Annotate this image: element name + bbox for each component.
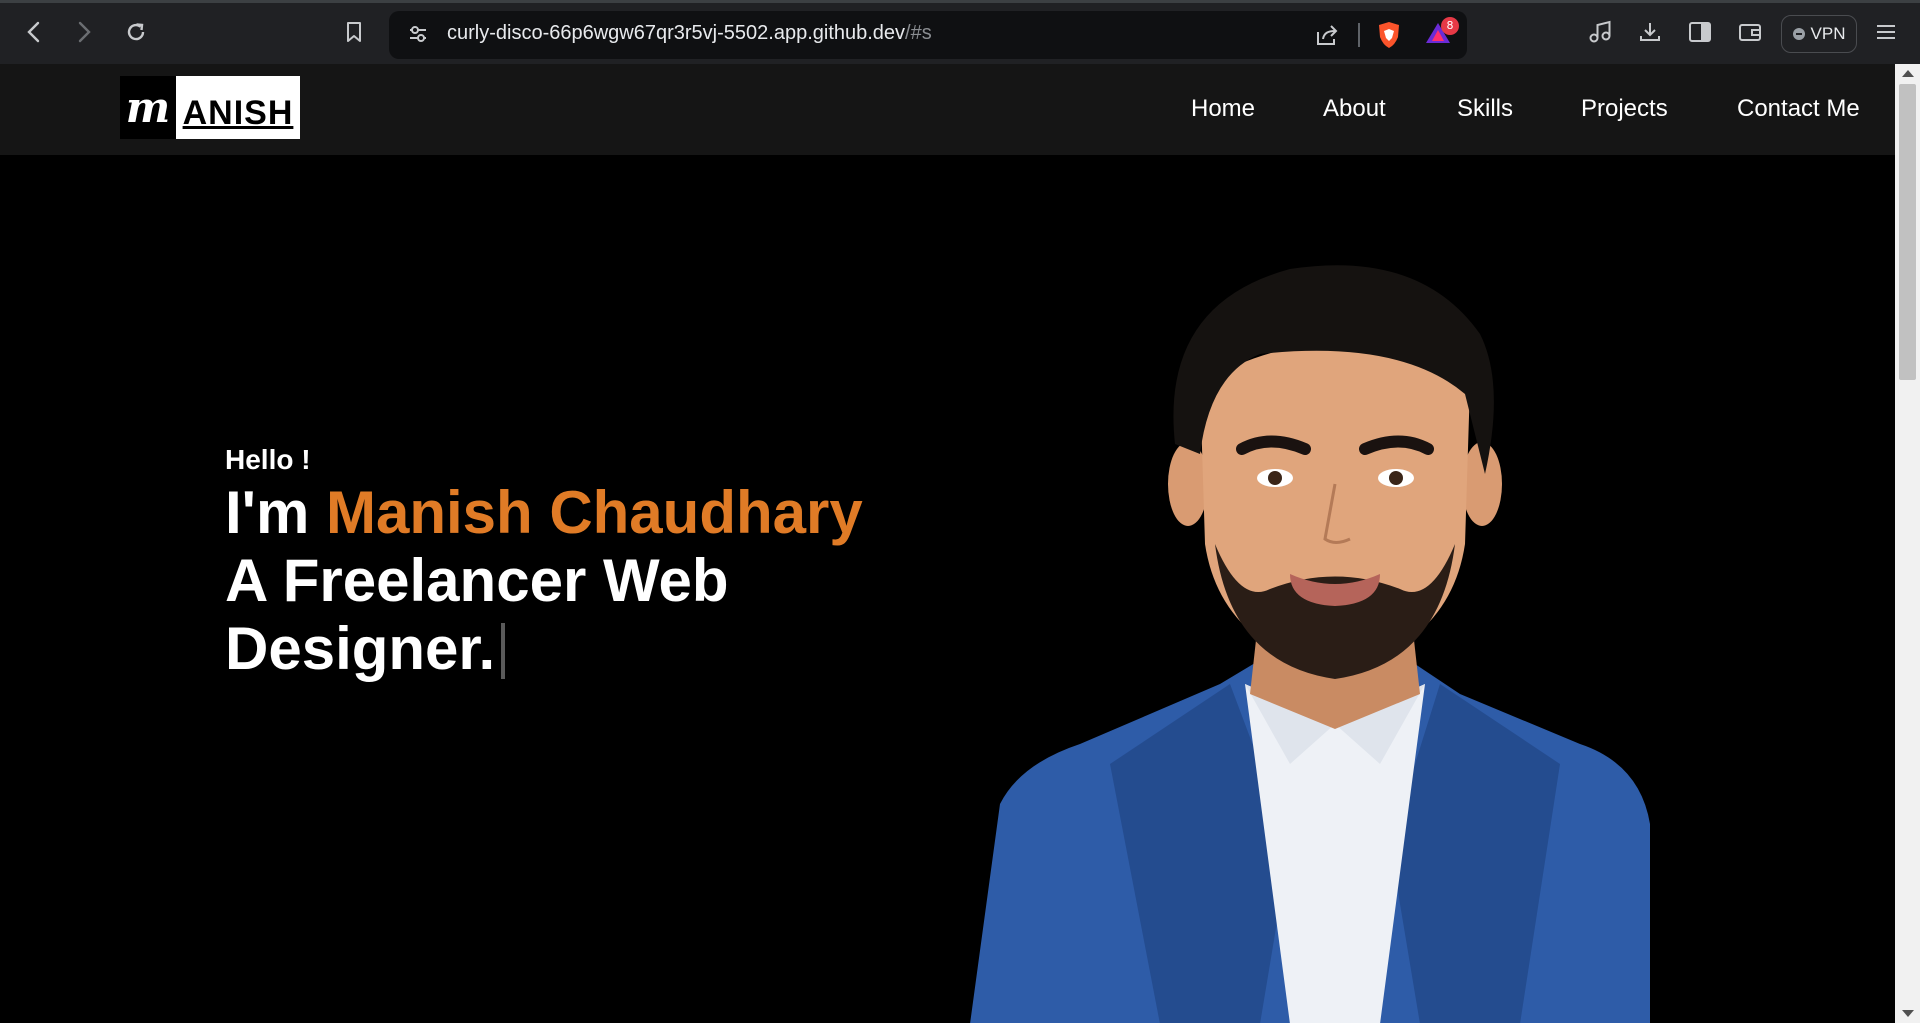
- nav-projects[interactable]: Projects: [1581, 95, 1668, 123]
- logo-mark: m: [120, 76, 176, 139]
- share-icon[interactable]: [1314, 22, 1340, 48]
- address-bar[interactable]: curly-disco-66p6wgw67qr3r5vj-5502.app.gi…: [389, 11, 1467, 59]
- hero-name: Manish Chaudhary: [325, 479, 863, 546]
- scroll-down-arrow[interactable]: [1902, 1010, 1914, 1017]
- typing-cursor: [501, 623, 506, 679]
- site-navbar: m ANISH Home About Skills Projects Conta…: [0, 64, 1895, 155]
- hero-role-line2: Designer.: [225, 614, 506, 683]
- hero-role-word: Designer.: [225, 615, 496, 682]
- divider: [1358, 23, 1360, 47]
- page-scrollbar[interactable]: [1895, 64, 1920, 1023]
- site-settings-icon[interactable]: [407, 23, 429, 45]
- site-logo[interactable]: m ANISH: [120, 76, 300, 139]
- nav-home[interactable]: Home: [1191, 95, 1255, 123]
- brave-shields-icon[interactable]: [1376, 20, 1402, 50]
- menu-icon[interactable]: [1872, 18, 1900, 46]
- vpn-button[interactable]: VPN: [1781, 15, 1857, 53]
- profile-photo: [970, 265, 1650, 1023]
- ear-left: [1168, 442, 1208, 526]
- url-hash: /#s: [905, 22, 932, 44]
- vpn-label: VPN: [1810, 24, 1846, 43]
- sidebar-icon[interactable]: [1686, 18, 1714, 46]
- browser-toolbar: curly-disco-66p6wgw67qr3r5vj-5502.app.gi…: [0, 0, 1920, 64]
- hero-intro-prefix: I'm: [225, 479, 326, 546]
- forward-icon[interactable]: [70, 18, 98, 46]
- pupil-right: [1389, 471, 1403, 485]
- back-icon[interactable]: [20, 18, 48, 46]
- nav-about[interactable]: About: [1323, 95, 1386, 123]
- hero-greeting: Hello !: [225, 444, 311, 475]
- logo-text: ANISH: [176, 76, 300, 139]
- hero-role-line1: A Freelancer Web: [225, 547, 729, 614]
- nav-skills[interactable]: Skills: [1457, 95, 1513, 123]
- web-page: m ANISH Home About Skills Projects Conta…: [0, 64, 1895, 1023]
- wallet-icon[interactable]: [1736, 18, 1764, 46]
- bookmark-icon[interactable]: [340, 18, 368, 46]
- url-host: curly-disco-66p6wgw67qr3r5vj-5502.app.gi…: [447, 22, 906, 44]
- pupil-left: [1268, 471, 1282, 485]
- scroll-thumb[interactable]: [1899, 84, 1916, 380]
- scroll-up-arrow[interactable]: [1902, 70, 1914, 77]
- download-icon[interactable]: [1636, 18, 1664, 46]
- nav-contact[interactable]: Contact Me: [1737, 95, 1860, 123]
- media-icon[interactable]: [1586, 18, 1614, 46]
- reload-icon[interactable]: [122, 18, 150, 46]
- url-text[interactable]: curly-disco-66p6wgw67qr3r5vj-5502.app.gi…: [447, 22, 932, 45]
- rewards-badge: 8: [1441, 17, 1459, 35]
- hero-intro: I'm Manish Chaudhary: [225, 478, 863, 547]
- vpn-status-icon: [1792, 28, 1805, 40]
